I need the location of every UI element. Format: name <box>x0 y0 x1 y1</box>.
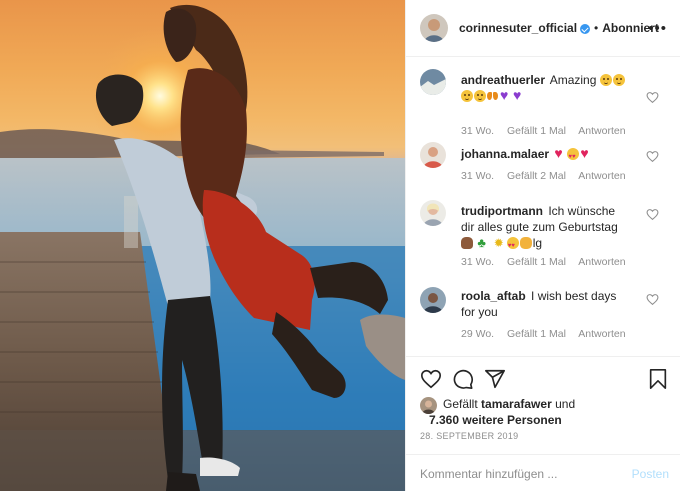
comment-meta: 31 Wo. Gefällt 2 Mal Antworten <box>461 170 636 182</box>
commenter-username[interactable]: andreathuerler <box>461 73 545 87</box>
red-heart-icon <box>554 145 566 161</box>
reply-button[interactable]: Antworten <box>578 170 625 182</box>
comment-text: trudiportmann Ich wünsche dir alles gute… <box>461 203 631 254</box>
clapping-hands-icon <box>519 237 532 249</box>
more-horizontal-icon[interactable]: ••• <box>648 20 667 37</box>
four-leaf-clover-icon <box>477 235 489 251</box>
heart-eyes-face-icon <box>567 148 580 165</box>
post-comment-button[interactable]: Posten <box>632 467 669 481</box>
likes-conj: und <box>555 397 576 411</box>
author-username[interactable]: corinnesuter_official <box>459 21 577 35</box>
reply-button[interactable]: Antworten <box>578 328 625 340</box>
comment-age[interactable]: 31 Wo. <box>461 256 494 268</box>
share-icon[interactable] <box>484 368 506 390</box>
heart-icon[interactable] <box>420 368 442 390</box>
comment-text: roola_aftab I wish best days for you <box>461 288 631 320</box>
post-actions-bar <box>406 366 680 392</box>
grinning-face-icon <box>599 74 612 86</box>
comment-text: andreathuerler Amazing <box>461 72 631 104</box>
comment-meta: 29 Wo. Gefällt 1 Mal Antworten <box>461 328 636 340</box>
verified-badge-icon <box>580 24 591 34</box>
comment-age[interactable]: 31 Wo. <box>461 125 494 137</box>
comment-like-heart-icon[interactable] <box>646 150 659 163</box>
author-avatar[interactable] <box>420 14 448 42</box>
purple-heart-icon <box>513 87 525 103</box>
post-photo[interactable] <box>0 0 405 491</box>
actions-divider <box>406 356 680 357</box>
comment-likes[interactable]: Gefällt 1 Mal <box>507 328 566 340</box>
commenter-avatar[interactable] <box>420 287 446 313</box>
reply-button[interactable]: Antworten <box>578 256 625 268</box>
post-sidebar: corinnesuter_official • Abonniert ••• an… <box>405 0 680 491</box>
commenter-avatar[interactable] <box>420 200 446 226</box>
comment-icon[interactable] <box>452 368 474 390</box>
comment-body-end: lg <box>532 236 543 250</box>
bookmark-icon[interactable] <box>648 368 668 390</box>
comment-age[interactable]: 29 Wo. <box>461 328 494 340</box>
sunset-couple-illustration <box>0 0 405 491</box>
comment-likes[interactable]: Gefällt 1 Mal <box>507 125 566 137</box>
comment-likes[interactable]: Gefällt 2 Mal <box>507 170 566 182</box>
comment-like-heart-icon[interactable] <box>646 293 659 306</box>
commenter-avatar[interactable] <box>420 142 446 168</box>
instagram-post: corinnesuter_official • Abonniert ••• an… <box>0 0 680 491</box>
commenter-username[interactable]: trudiportmann <box>461 204 543 218</box>
grinning-face-icon <box>474 90 486 102</box>
post-date[interactable]: 28. September 2019 <box>420 431 518 441</box>
grinning-face-icon <box>612 74 625 86</box>
commenter-username[interactable]: johanna.malaer <box>461 147 549 161</box>
comment-meta: 31 Wo. Gefällt 1 Mal Antworten <box>461 125 636 137</box>
comment-likes[interactable]: Gefällt 1 Mal <box>507 256 566 268</box>
header-separator: • <box>594 21 599 35</box>
post-header: corinnesuter_official • Abonniert ••• <box>406 0 680 57</box>
add-comment-bar: Kommentar hinzufügen ... Posten <box>406 454 680 491</box>
liker-username[interactable]: tamarafawer <box>481 397 552 411</box>
commenter-username[interactable]: roola_aftab <box>461 289 526 303</box>
comment-age[interactable]: 31 Wo. <box>461 170 494 182</box>
liker-avatar[interactable] <box>420 397 437 414</box>
comment-meta: 31 Wo. Gefällt 1 Mal Antworten <box>461 256 636 268</box>
comment-like-heart-icon[interactable] <box>646 208 659 221</box>
comment-like-heart-icon[interactable] <box>646 91 659 104</box>
purple-heart-icon <box>500 87 512 103</box>
comment-text: johanna.malaer <box>461 145 631 165</box>
likes-line-1: Gefällt tamarafawer und <box>420 396 670 412</box>
heart-eyes-face-icon <box>506 237 519 254</box>
reply-button[interactable]: Antworten <box>578 125 625 137</box>
comment-body: Amazing <box>549 73 597 87</box>
sparkle-icon <box>494 235 506 251</box>
likes-prefix: Gefällt <box>443 397 478 411</box>
commenter-avatar[interactable] <box>420 69 446 95</box>
red-heart-icon <box>580 145 592 161</box>
likes-others-button[interactable]: 7.360 weitere Personen <box>420 412 670 428</box>
butterfly-icon <box>487 90 499 102</box>
grinning-face-icon <box>461 90 473 102</box>
cake-icon <box>461 237 473 249</box>
likes-summary: Gefällt tamarafawer und 7.360 weitere Pe… <box>420 396 670 428</box>
comment-input[interactable]: Kommentar hinzufügen ... <box>420 467 557 481</box>
